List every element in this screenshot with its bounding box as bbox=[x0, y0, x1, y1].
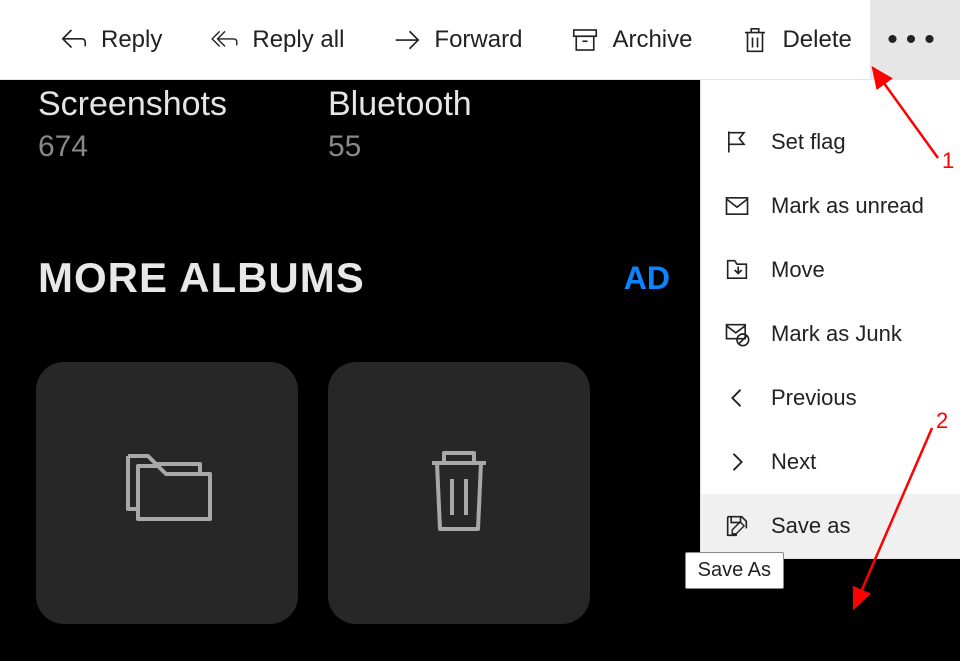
menu-item-label: Previous bbox=[771, 385, 857, 411]
more-actions-menu: Set flag Mark as unread Move Mark as Jun… bbox=[700, 80, 960, 559]
menu-item-mark-unread[interactable]: Mark as unread bbox=[701, 174, 960, 238]
chevron-left-icon bbox=[723, 384, 751, 412]
menu-item-label: Save as bbox=[771, 513, 851, 539]
reply-label: Reply bbox=[101, 26, 162, 54]
album-bluetooth: Bluetooth 55 bbox=[328, 85, 618, 164]
trash-icon bbox=[414, 441, 504, 546]
folder-tile[interactable] bbox=[36, 362, 298, 624]
toolbar: Reply Reply all Forward Archive Delete •… bbox=[0, 0, 960, 80]
menu-item-save-as[interactable]: Save as bbox=[701, 494, 960, 558]
move-icon bbox=[723, 256, 751, 284]
reply-icon bbox=[59, 25, 89, 55]
more-albums-heading: MORE ALBUMS bbox=[38, 254, 365, 302]
forward-label: Forward bbox=[434, 26, 522, 54]
menu-item-previous[interactable]: Previous bbox=[701, 366, 960, 430]
envelope-icon bbox=[723, 192, 751, 220]
menu-item-label: Mark as Junk bbox=[771, 321, 902, 347]
reply-all-icon bbox=[210, 25, 240, 55]
menu-item-move[interactable]: Move bbox=[701, 238, 960, 302]
menu-item-label: Set flag bbox=[771, 129, 846, 155]
album-title: Screenshots bbox=[38, 85, 328, 124]
delete-icon bbox=[740, 25, 770, 55]
folders-icon bbox=[110, 441, 225, 546]
reply-all-label: Reply all bbox=[252, 26, 344, 54]
reply-button[interactable]: Reply bbox=[55, 0, 166, 79]
menu-item-label: Move bbox=[771, 257, 825, 283]
tooltip-text: Save As bbox=[698, 559, 771, 581]
menu-item-set-flag[interactable]: Set flag bbox=[701, 110, 960, 174]
archive-button[interactable]: Archive bbox=[566, 0, 696, 79]
archive-icon bbox=[570, 25, 600, 55]
album-screenshots: Screenshots 674 bbox=[38, 85, 328, 164]
delete-button[interactable]: Delete bbox=[736, 0, 855, 79]
add-link: AD bbox=[624, 260, 670, 297]
chevron-right-icon bbox=[723, 448, 751, 476]
more-actions-button[interactable]: ••• bbox=[870, 0, 960, 80]
menu-item-label: Mark as unread bbox=[771, 193, 924, 219]
menu-item-next[interactable]: Next bbox=[701, 430, 960, 494]
delete-label: Delete bbox=[782, 26, 851, 54]
ellipsis-icon: ••• bbox=[887, 23, 943, 57]
reply-all-button[interactable]: Reply all bbox=[206, 0, 348, 79]
menu-item-label: Next bbox=[771, 449, 816, 475]
trash-tile[interactable] bbox=[328, 362, 590, 624]
forward-button[interactable]: Forward bbox=[388, 0, 526, 79]
archive-label: Archive bbox=[612, 26, 692, 54]
album-count: 55 bbox=[328, 130, 618, 164]
save-as-icon bbox=[723, 512, 751, 540]
flag-icon bbox=[723, 128, 751, 156]
album-count: 674 bbox=[38, 130, 328, 164]
junk-icon bbox=[723, 320, 751, 348]
album-title: Bluetooth bbox=[328, 85, 618, 124]
menu-item-mark-junk[interactable]: Mark as Junk bbox=[701, 302, 960, 366]
tooltip-save-as: Save As bbox=[685, 552, 784, 589]
forward-icon bbox=[392, 25, 422, 55]
